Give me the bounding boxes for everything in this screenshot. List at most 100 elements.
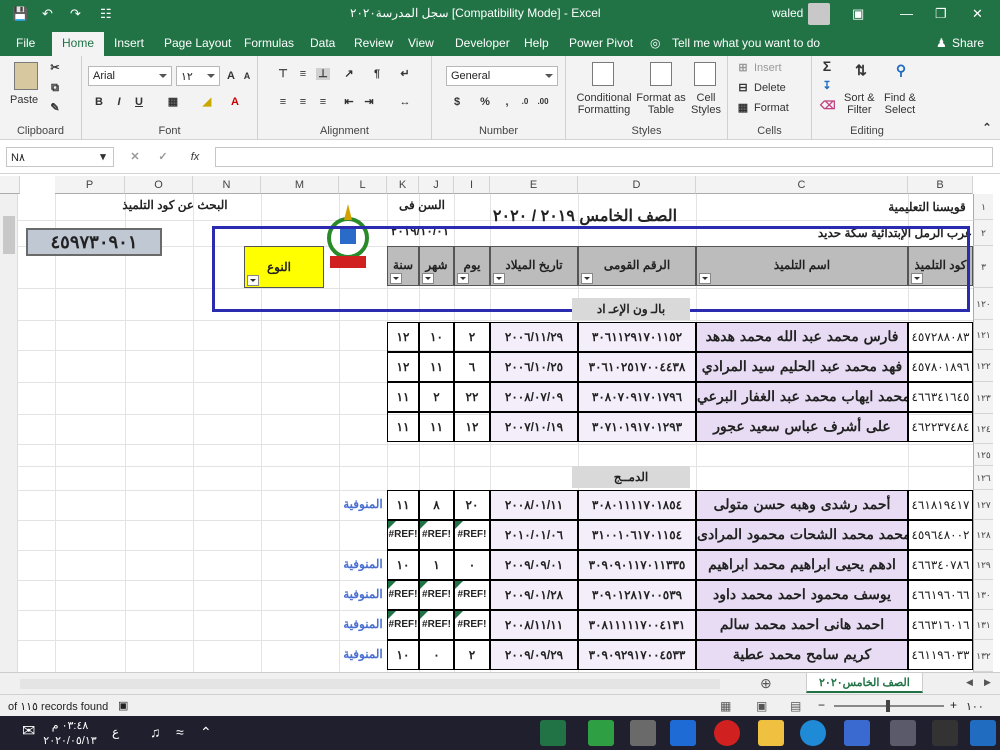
tab-formulas[interactable]: Formulas xyxy=(244,36,294,50)
cell-name[interactable]: كريم سامح محمد عطية xyxy=(696,640,908,670)
cell-name[interactable]: ادهم محمد محمد الشحات محمود المرادى xyxy=(696,520,908,550)
sort-filter-icon[interactable]: ⇅ xyxy=(854,63,868,77)
row-header[interactable]: ١٣١ xyxy=(973,610,993,640)
app-taskbar-icon-3[interactable] xyxy=(714,720,740,746)
cell-code[interactable]: ٤٥٩٦٤٨٠٠٢ xyxy=(908,520,973,550)
worksheet-grid[interactable]: BCDEIJKLMNOP ١ ٢ ٣ ١٢٠ ١٢١ ١٢٢ ١٢٣ ١٢٤ ١٢٥ ١٢٦ ١٢٧… xyxy=(0,176,1000,672)
zoom-out-icon[interactable]: − xyxy=(818,698,825,712)
rtl-icon[interactable]: ¶ xyxy=(370,68,384,80)
cell-day[interactable]: ٢ xyxy=(454,322,490,352)
cell-day[interactable]: #REF! xyxy=(454,610,490,640)
macro-record-icon[interactable]: ▣ xyxy=(118,699,128,712)
cell-code[interactable]: ٤٦١١٩٦٠٣٣ xyxy=(908,640,973,670)
column-header-m[interactable]: M xyxy=(261,176,339,194)
font-color-icon[interactable]: A xyxy=(228,96,242,108)
paste-icon[interactable] xyxy=(14,62,38,90)
italic-button[interactable]: I xyxy=(112,96,126,108)
cell-dob[interactable]: ٢٠٠٨/١١/١١ xyxy=(490,610,578,640)
sort-filter-button[interactable]: Sort & Filter xyxy=(844,92,875,116)
column-header-d[interactable]: D xyxy=(578,176,696,194)
row-header[interactable]: ١ xyxy=(973,194,993,220)
cell-dob[interactable]: ٢٠٠٩/٠١/٢٨ xyxy=(490,580,578,610)
cell-nid[interactable]: ٣٠٧١٠١٩١٧٠١٢٩٣ xyxy=(578,412,696,442)
formula-input[interactable] xyxy=(215,147,993,167)
cell-year[interactable]: ١٢ xyxy=(387,322,419,352)
cell-name[interactable]: على أشرف عباس سعيد عجور xyxy=(696,412,908,442)
row-header[interactable]: ٣ xyxy=(973,246,993,288)
zoom-in-icon[interactable]: + xyxy=(950,698,957,712)
increase-decimal-icon[interactable]: .0 xyxy=(518,96,532,108)
cell-year[interactable]: #REF! xyxy=(387,580,419,610)
cell-nid[interactable]: ٣٠٩٠٩٢٩١٧٠٠٤٥٣٣ xyxy=(578,640,696,670)
scroll-tabs-right-icon[interactable]: ▶ xyxy=(984,677,991,688)
column-header-n[interactable]: N xyxy=(193,176,261,194)
cell-dob[interactable]: ٢٠٠٦/١١/٢٩ xyxy=(490,322,578,352)
cell-type[interactable]: المنوفية xyxy=(339,550,387,580)
tab-page-layout[interactable]: Page Layout xyxy=(164,36,231,50)
cell-month[interactable]: ٢ xyxy=(419,382,454,412)
volume-icon[interactable]: ♫ xyxy=(150,724,161,740)
tab-help[interactable]: Help xyxy=(524,36,549,50)
autosum-icon[interactable]: Σ xyxy=(820,59,834,73)
app-taskbar-icon[interactable] xyxy=(588,720,614,746)
cell-code[interactable]: ٤٦٦٣٤٠٧٨٦ xyxy=(908,550,973,580)
tab-developer[interactable]: Developer xyxy=(455,36,510,50)
start-taskbar-icon[interactable] xyxy=(970,720,996,746)
notifications-icon[interactable]: ✉ xyxy=(22,721,35,741)
mail-taskbar-icon[interactable] xyxy=(670,720,696,746)
percent-button[interactable]: % xyxy=(478,96,492,108)
cell-day[interactable]: ٢٠ xyxy=(454,490,490,520)
row-header[interactable]: ١٢٨ xyxy=(973,520,993,550)
tab-home[interactable]: Home xyxy=(52,32,105,56)
cell-nid[interactable]: ٣٠٦١٠٢٥١٧٠٠٤٤٣٨ xyxy=(578,352,696,382)
format-painter-icon[interactable]: ✎ xyxy=(48,102,62,114)
cell-code[interactable]: ٤٦٦٣١٦٠١٦ xyxy=(908,610,973,640)
cell-year[interactable]: ١٠ xyxy=(387,640,419,670)
row-header[interactable]: ١٢٣ xyxy=(973,382,993,414)
edge-taskbar-icon[interactable] xyxy=(800,720,826,746)
tab-insert[interactable]: Insert xyxy=(114,36,144,50)
cell-type[interactable]: المنوفية xyxy=(339,640,387,670)
taskbar-language[interactable]: ع xyxy=(112,725,119,739)
conditional-formatting-icon[interactable] xyxy=(592,62,614,86)
row-header[interactable]: ١٢٥ xyxy=(973,444,993,466)
number-format-select[interactable]: General xyxy=(446,66,558,86)
font-name-select[interactable]: Arial xyxy=(88,66,172,86)
new-sheet-icon[interactable]: ⊕ xyxy=(760,675,772,692)
share-button[interactable]: Share xyxy=(952,36,984,50)
cell-code[interactable]: ٤٦٢٢٣٧٤٨٤ xyxy=(908,412,973,442)
cell-month[interactable]: ٨ xyxy=(419,490,454,520)
row-header[interactable]: ١٢٢ xyxy=(973,350,993,382)
cell-type[interactable] xyxy=(339,382,387,412)
find-select-button[interactable]: Find & Select xyxy=(884,92,916,116)
app-taskbar-icon-2[interactable] xyxy=(630,720,656,746)
copy-icon[interactable]: ⧉ xyxy=(48,82,62,94)
row-header[interactable]: ١٢٩ xyxy=(973,550,993,580)
cell-nid[interactable]: ٣٠٦١١٢٩١٧٠١١٥٢ xyxy=(578,322,696,352)
scroll-tabs-left-icon[interactable]: ◀ xyxy=(966,677,973,688)
underline-button[interactable]: U xyxy=(132,96,146,108)
cell-name[interactable]: فارس محمد عبد الله محمد هدهد xyxy=(696,322,908,352)
align-middle-icon[interactable]: ≡ xyxy=(296,68,310,80)
cell-dob[interactable]: ٢٠٠٨/٠٧/٠٩ xyxy=(490,382,578,412)
cell-day[interactable]: ٢٢ xyxy=(454,382,490,412)
decrease-decimal-icon[interactable]: .00 xyxy=(536,96,550,108)
user-name[interactable]: waled xyxy=(772,6,803,20)
paste-button[interactable]: Paste xyxy=(10,94,38,106)
find-select-icon[interactable]: ⚲ xyxy=(894,63,908,77)
row-header[interactable]: ١٢٧ xyxy=(973,490,993,520)
tell-me-search[interactable]: Tell me what you want to do xyxy=(672,36,820,50)
confirm-entry-icon[interactable]: ✓ xyxy=(156,151,170,163)
delete-cells-icon[interactable]: ⊟ xyxy=(736,82,750,94)
cell-name[interactable]: فهد محمد عبد الحليم سيد المرادي xyxy=(696,352,908,382)
cell-nid[interactable]: ٣٠٩٠٩٠١١٧٠١١٣٣٥ xyxy=(578,550,696,580)
undo-icon[interactable]: ↶ xyxy=(42,6,53,22)
cell-name[interactable]: ادهم يحيى ابراهيم محمد ابراهيم xyxy=(696,550,908,580)
close-icon[interactable]: ✕ xyxy=(972,6,983,22)
cell-name[interactable]: يوسف محمود احمد محمد داود xyxy=(696,580,908,610)
grow-font-icon[interactable]: A xyxy=(224,70,238,82)
cell-month[interactable]: ١١ xyxy=(419,352,454,382)
cell-nid[interactable]: ٣٠٨٠١١١١٧٠١٨٥٤ xyxy=(578,490,696,520)
row-header[interactable]: ١٢٦ xyxy=(973,466,993,490)
cell-year[interactable]: ١١ xyxy=(387,490,419,520)
